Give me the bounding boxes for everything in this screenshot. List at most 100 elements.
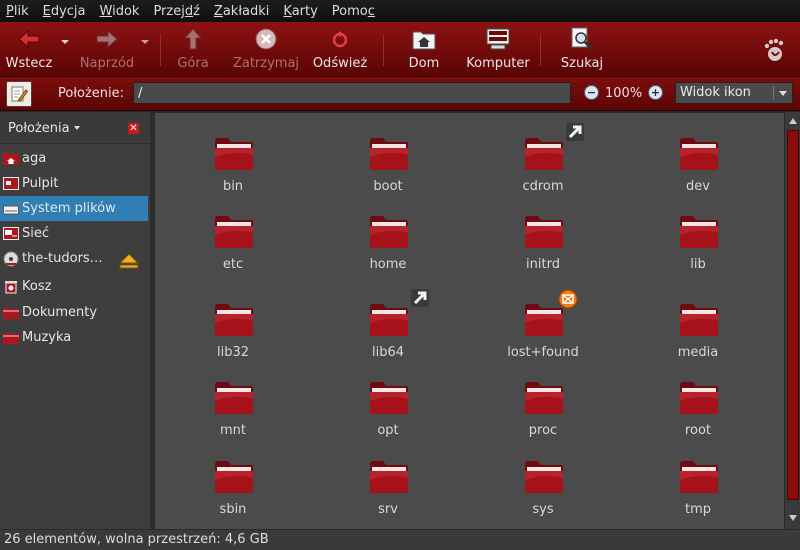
back-history-dropdown-icon[interactable] xyxy=(61,40,69,44)
folder-icon xyxy=(213,135,255,171)
close-sidebar-icon[interactable]: ✕ xyxy=(128,123,139,134)
scroll-thumb[interactable] xyxy=(787,130,799,500)
file-item[interactable]: opt xyxy=(323,379,453,451)
menu-bookmarks-mnemonic: Z xyxy=(213,3,223,19)
file-item[interactable]: sys xyxy=(478,458,608,530)
folder-icon xyxy=(368,458,410,494)
folder-icon xyxy=(523,458,565,494)
file-name: opt xyxy=(377,423,399,438)
trash-icon xyxy=(3,280,19,294)
sidebar-item-documents[interactable]: Dokumenty xyxy=(0,300,148,325)
toggle-location-entry-button[interactable] xyxy=(6,81,32,107)
folder-icon xyxy=(213,458,255,494)
zoom-level[interactable]: 100% xyxy=(605,86,642,101)
folder-icon xyxy=(3,331,19,345)
menu-tabs[interactable]: Karty xyxy=(283,4,317,19)
file-item[interactable]: dev xyxy=(633,135,763,207)
sidebar-item-label: System plików xyxy=(22,201,116,216)
menu-view[interactable]: Widok xyxy=(100,4,140,19)
vertical-scrollbar[interactable] xyxy=(784,112,800,529)
menu-help-label-pre: Pomo xyxy=(331,3,368,19)
menu-edit[interactable]: Edycja xyxy=(43,4,86,19)
file-item[interactable]: root xyxy=(633,379,763,451)
file-item[interactable]: tmp xyxy=(633,458,763,530)
sidebar-item-desktop[interactable]: Pulpit xyxy=(0,171,148,196)
chevron-down-icon[interactable] xyxy=(74,126,80,130)
location-bar: Położenie: − 100% + Widok ikon xyxy=(0,77,800,111)
sidebar-header: Położenia ✕ xyxy=(0,112,150,144)
menubar: Plik Edycja Widok Przejdź Zakładki Karty… xyxy=(0,0,800,22)
folder-icon xyxy=(678,301,720,337)
folder-icon xyxy=(368,379,410,415)
file-item[interactable]: sbin xyxy=(168,458,298,530)
file-item[interactable]: initrd xyxy=(478,213,608,285)
menu-tabs-mnemonic: K xyxy=(283,3,292,19)
view-mode-select[interactable]: Widok ikon xyxy=(675,82,793,104)
menu-go-mnemonic: d xyxy=(184,3,194,19)
sidebar: Położenia ✕ aga Pulpit System plików Sie… xyxy=(0,112,150,529)
search-icon xyxy=(570,27,594,51)
file-item[interactable]: bin xyxy=(168,135,298,207)
reload-button[interactable]: Odśwież xyxy=(310,22,370,77)
zoom-in-icon[interactable]: + xyxy=(648,85,663,100)
no-access-emblem-icon xyxy=(558,289,578,309)
folder-icon xyxy=(213,301,255,337)
folder-icon xyxy=(678,135,720,171)
file-item[interactable]: srv xyxy=(323,458,453,530)
back-button[interactable]: Wstecz xyxy=(4,22,54,77)
folder-icon xyxy=(213,379,255,415)
file-name: tmp xyxy=(684,502,711,517)
file-item[interactable]: cdrom xyxy=(478,123,608,207)
forward-button[interactable]: Naprzód xyxy=(78,22,136,77)
file-item[interactable]: etc xyxy=(168,213,298,285)
forward-label: Naprzód xyxy=(79,56,135,71)
file-name: lib xyxy=(690,257,706,272)
file-item[interactable]: lib64 xyxy=(323,289,453,373)
menu-view-mnemonic: W xyxy=(99,3,113,19)
arrow-down-icon xyxy=(789,515,797,521)
sidebar-item-network[interactable]: Sieć xyxy=(0,221,148,246)
folder-icon xyxy=(368,301,410,337)
menu-bookmarks[interactable]: Zakładki xyxy=(214,4,269,19)
computer-button[interactable]: Komputer xyxy=(462,22,534,77)
search-button[interactable]: Szukaj xyxy=(557,22,607,77)
file-name: initrd xyxy=(526,257,560,272)
file-item[interactable]: proc xyxy=(478,379,608,451)
zoom-out-icon[interactable]: − xyxy=(584,85,599,100)
menu-file-label: lik xyxy=(13,3,29,19)
stop-button[interactable]: Zatrzymaj xyxy=(230,22,302,77)
file-name: etc xyxy=(222,257,244,272)
file-name: sbin xyxy=(219,502,247,517)
sidebar-type-select[interactable]: Położenia xyxy=(8,121,70,136)
file-item[interactable]: lib32 xyxy=(168,301,298,373)
sidebar-item-filesystem[interactable]: System plików xyxy=(0,196,148,221)
menu-file[interactable]: Plik xyxy=(6,4,29,19)
file-name: media xyxy=(677,345,719,360)
icon-view[interactable]: bin boot cdrom dev etc home initrd lib lib32 lib6… xyxy=(154,112,784,529)
menu-help[interactable]: Pomoc xyxy=(332,4,375,19)
sidebar-item-home[interactable]: aga xyxy=(0,146,148,171)
folder-icon xyxy=(678,379,720,415)
file-name: lib32 xyxy=(216,345,250,360)
up-button[interactable]: Góra xyxy=(170,22,216,77)
location-input[interactable] xyxy=(133,82,571,104)
eject-icon[interactable] xyxy=(118,252,140,270)
sidebar-item-music[interactable]: Muzyka xyxy=(0,325,148,350)
forward-history-dropdown-icon[interactable] xyxy=(141,40,149,44)
scroll-down-button[interactable] xyxy=(786,511,800,525)
scroll-up-button[interactable] xyxy=(786,114,800,128)
sidebar-item-trash[interactable]: Kosz xyxy=(0,274,148,299)
file-item[interactable]: mnt xyxy=(168,379,298,451)
file-item[interactable]: lost+found xyxy=(478,289,608,373)
search-label: Szukaj xyxy=(560,56,604,71)
folder-icon xyxy=(523,379,565,415)
file-item[interactable]: lib xyxy=(633,213,763,285)
file-item[interactable]: home xyxy=(323,213,453,285)
sidebar-item-label: the-tudors… xyxy=(22,251,103,266)
stop-label: Zatrzymaj xyxy=(232,56,300,71)
menu-go[interactable]: Przejdź xyxy=(153,4,199,19)
file-item[interactable]: boot xyxy=(323,135,453,207)
home-button[interactable]: Dom xyxy=(400,22,448,77)
sidebar-item-label: Dokumenty xyxy=(22,305,98,320)
file-item[interactable]: media xyxy=(633,301,763,373)
